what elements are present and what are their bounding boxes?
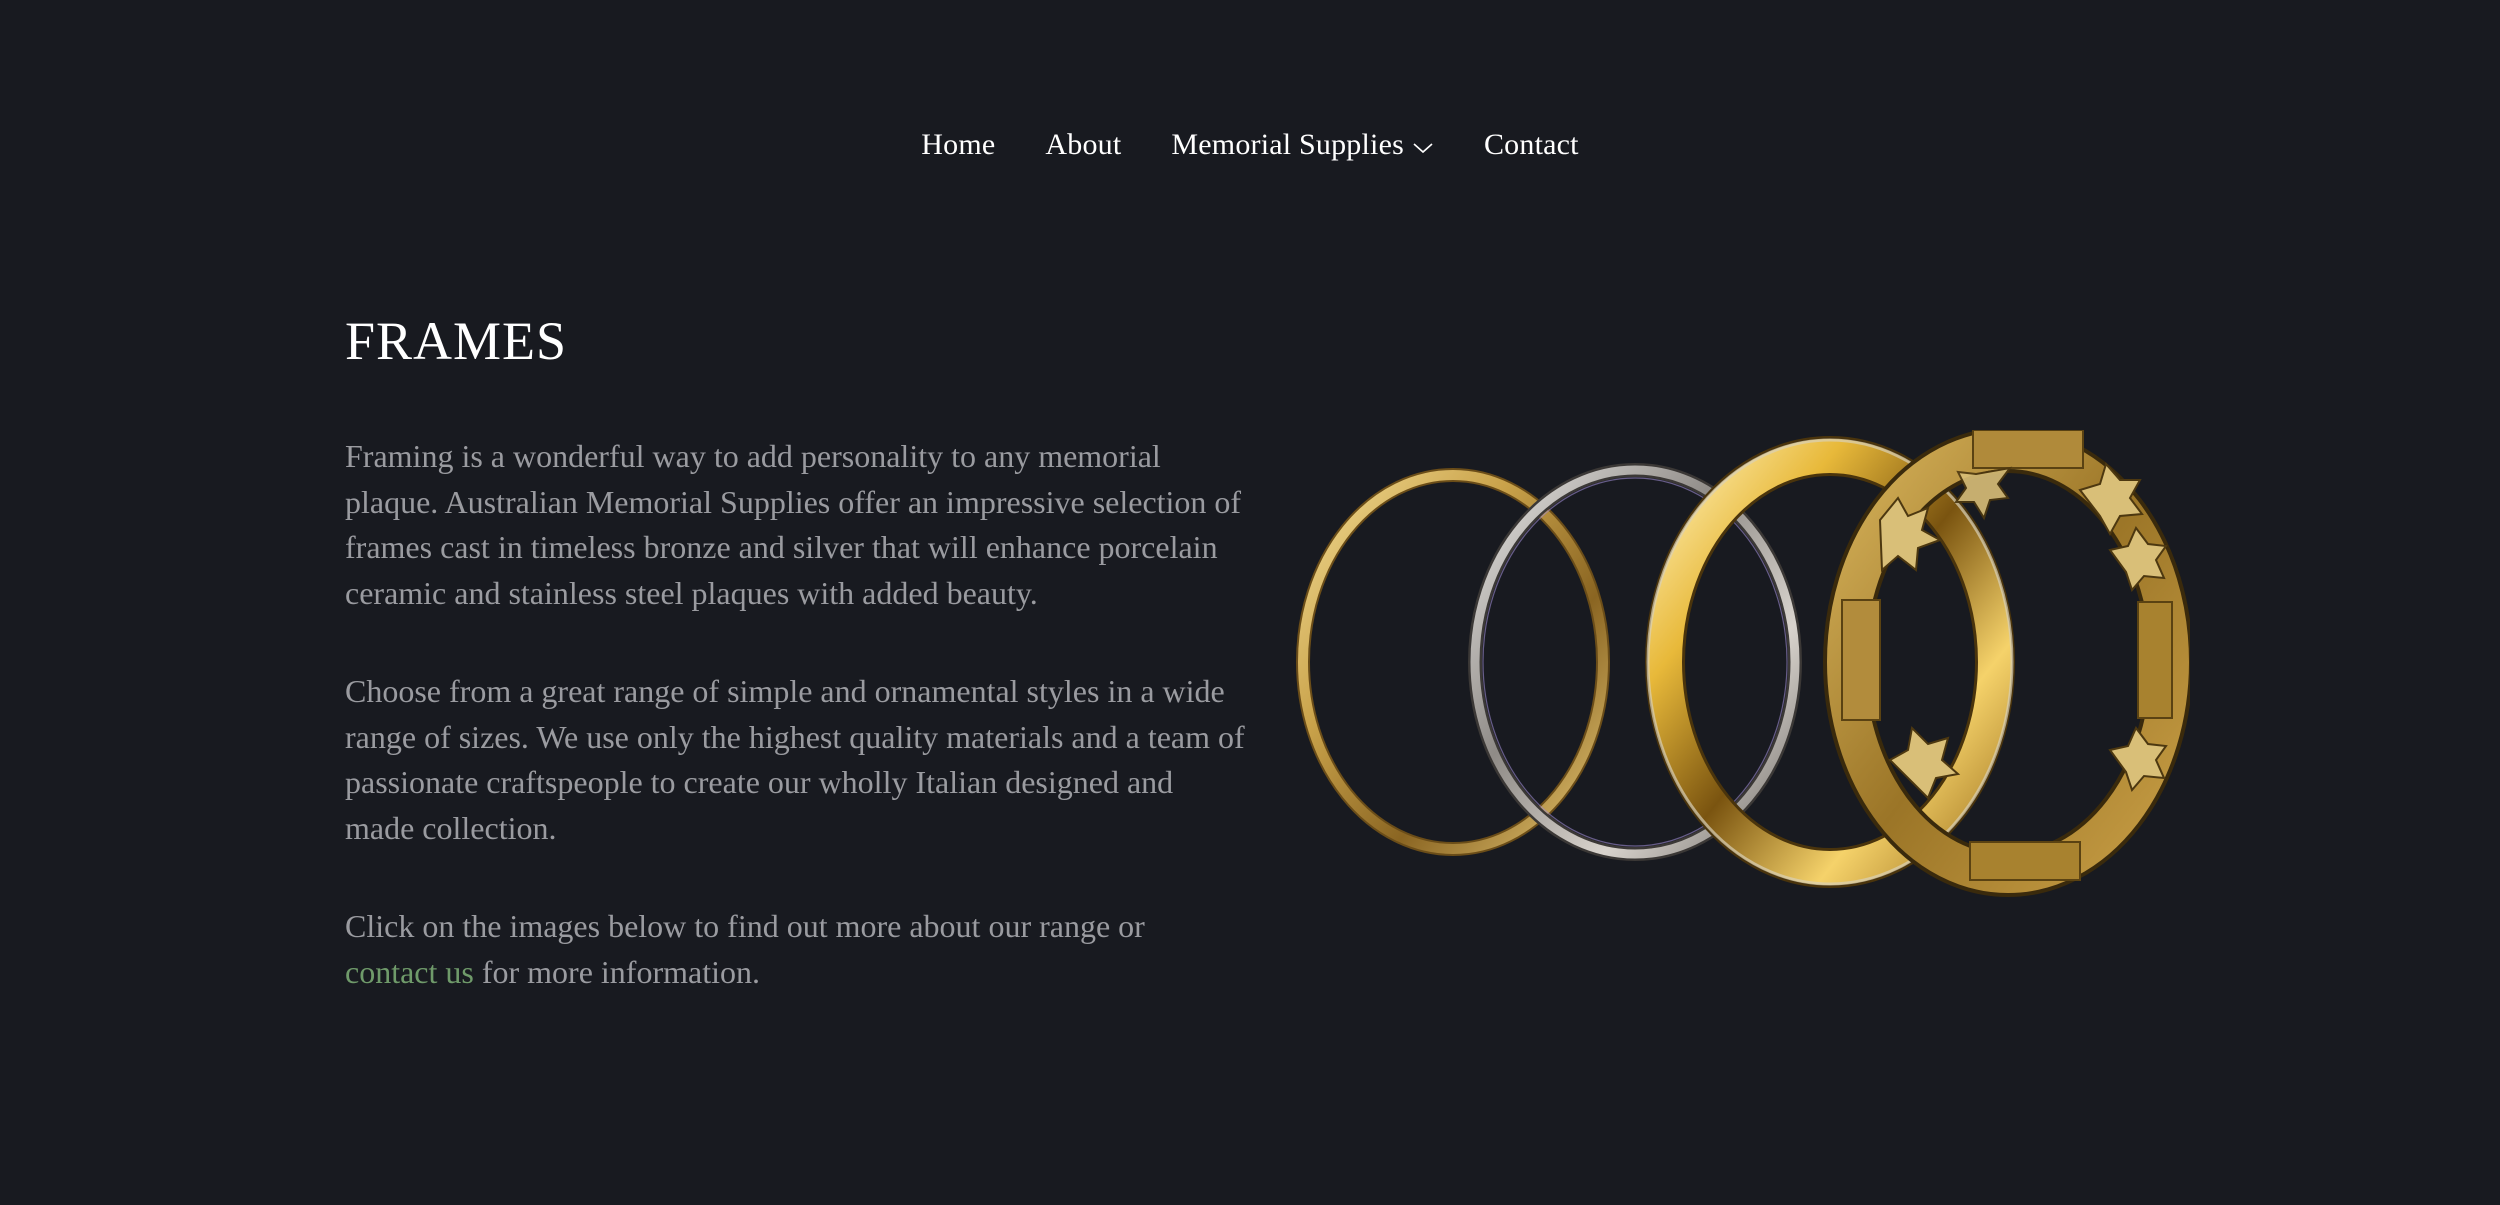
cta-text-before: Click on the images below to find out mo…	[345, 908, 1145, 944]
frames-rings-image[interactable]	[1290, 430, 2190, 900]
nav-memorial-supplies-label: Memorial Supplies	[1171, 128, 1404, 161]
main-nav: Home About Memorial Supplies Contact	[0, 128, 2500, 162]
plain-gold-frame	[1296, 468, 1610, 856]
range-paragraph: Choose from a great range of simple and …	[345, 673, 1245, 846]
nav-about[interactable]: About	[1045, 128, 1121, 162]
cta-text-after: for more information.	[473, 953, 760, 990]
page-title: FRAMES	[345, 311, 568, 371]
nav-home[interactable]: Home	[921, 128, 995, 162]
intro-paragraph: Framing is a wonderful way to add person…	[345, 438, 1242, 611]
nav-home-label: Home	[921, 128, 996, 161]
nav-about-label: About	[1045, 128, 1122, 161]
cta-paragraph: Click on the images below to find out mo…	[345, 904, 1245, 995]
nav-memorial-supplies[interactable]: Memorial Supplies	[1171, 128, 1434, 162]
nav-contact[interactable]: Contact	[1484, 128, 1579, 162]
chevron-down-icon	[1413, 143, 1433, 154]
contact-us-link[interactable]: contact us	[345, 954, 474, 990]
plain-silver-frame	[1468, 463, 1802, 861]
main-content: FRAMES Framing is a wonderful way to add…	[345, 310, 1245, 1048]
nav-contact-label: Contact	[1483, 128, 1579, 161]
